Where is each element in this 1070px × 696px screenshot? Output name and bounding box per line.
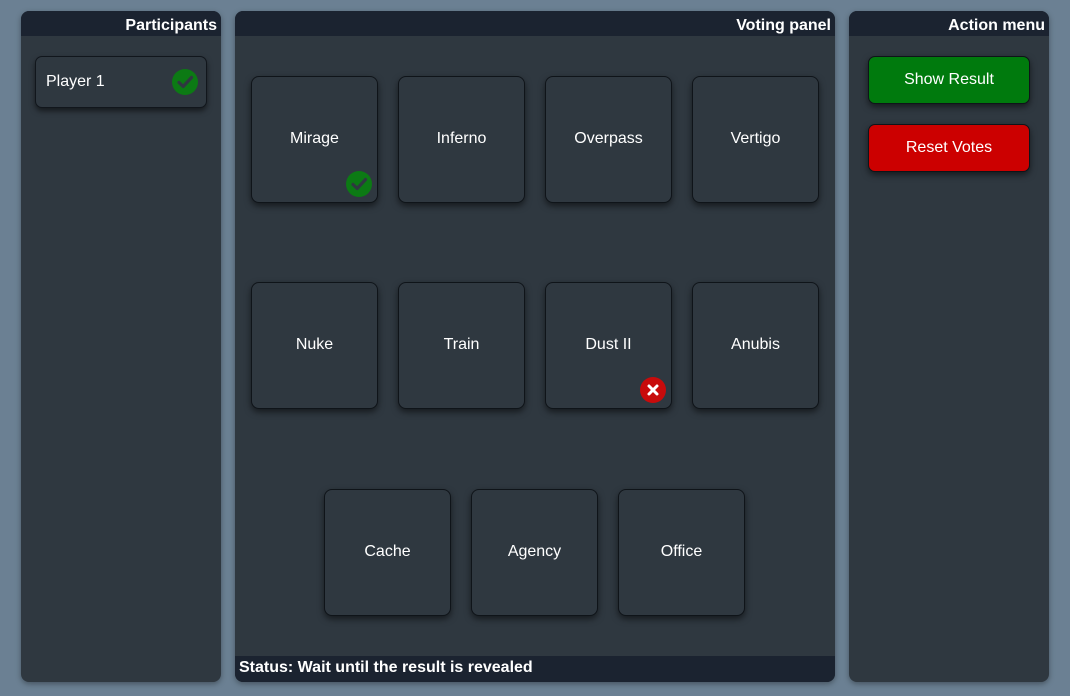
map-tile-dust-ii[interactable]: Dust II xyxy=(545,282,672,409)
participants-panel: Participants Player 1 xyxy=(21,11,221,682)
map-label: Office xyxy=(660,543,703,560)
map-tile-train[interactable]: Train xyxy=(398,282,525,409)
map-label: Dust II xyxy=(585,336,632,353)
participants-header: Participants xyxy=(21,11,221,36)
map-tile-anubis[interactable]: Anubis xyxy=(692,282,819,409)
x-icon xyxy=(640,377,666,403)
check-icon xyxy=(172,69,198,95)
voting-panel: Voting panel Mirage Inferno Overpass Ver… xyxy=(235,11,835,682)
map-tile-office[interactable]: Office xyxy=(618,489,745,616)
map-label: Inferno xyxy=(436,130,487,147)
participant-name: Player 1 xyxy=(46,73,105,90)
map-label: Agency xyxy=(507,543,562,560)
action-menu-header: Action menu xyxy=(849,11,1049,36)
map-label: Train xyxy=(443,336,480,353)
show-result-button[interactable]: Show Result xyxy=(868,56,1030,104)
status-bar: Status: Wait until the result is reveale… xyxy=(235,656,835,682)
check-icon xyxy=(346,171,372,197)
map-tile-overpass[interactable]: Overpass xyxy=(545,76,672,203)
map-tile-nuke[interactable]: Nuke xyxy=(251,282,378,409)
map-tile-mirage[interactable]: Mirage xyxy=(251,76,378,203)
map-label: Cache xyxy=(364,543,411,560)
reset-votes-button[interactable]: Reset Votes xyxy=(868,124,1030,172)
map-label: Anubis xyxy=(731,336,780,353)
map-label: Overpass xyxy=(574,130,643,147)
map-label: Vertigo xyxy=(730,130,781,147)
map-label: Mirage xyxy=(290,130,339,147)
map-label: Nuke xyxy=(295,336,334,353)
map-tile-agency[interactable]: Agency xyxy=(471,489,598,616)
map-tile-cache[interactable]: Cache xyxy=(324,489,451,616)
action-menu-panel: Action menu Show Result Reset Votes xyxy=(849,11,1049,682)
map-tile-inferno[interactable]: Inferno xyxy=(398,76,525,203)
voting-header: Voting panel xyxy=(235,11,835,36)
map-tile-vertigo[interactable]: Vertigo xyxy=(692,76,819,203)
participant-card: Player 1 xyxy=(35,56,207,108)
